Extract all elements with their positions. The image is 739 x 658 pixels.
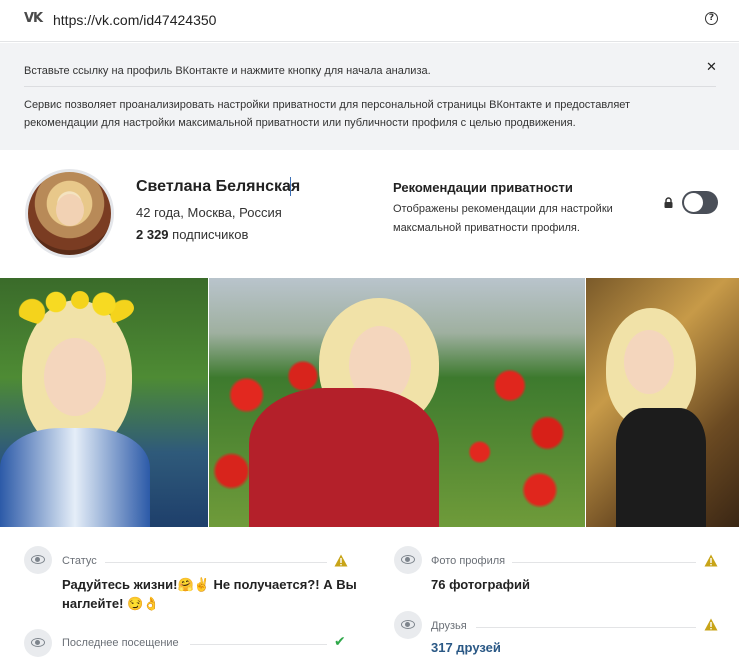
followers-label: подписчиков <box>172 227 249 242</box>
photos-label: Фото профиля <box>431 555 506 567</box>
photo-3-dress <box>616 408 706 527</box>
privacy-mode-toggle[interactable] <box>682 191 718 214</box>
friends-eye-icon <box>394 611 422 639</box>
friends-link[interactable]: 317 друзей <box>431 640 501 655</box>
photos-divider <box>512 562 696 563</box>
text-cursor <box>290 177 291 196</box>
friends-warning-icon <box>704 618 718 631</box>
last-seen-check-icon: ✔ <box>334 634 346 650</box>
photo-1-wreath <box>14 288 134 328</box>
followers-count: 2 329 <box>136 227 169 242</box>
recommendations-title: Рекомендации приватности <box>393 180 573 195</box>
photos-eye-icon <box>394 546 422 574</box>
photos-value: 76 фотографий <box>431 577 530 592</box>
friends-divider <box>476 627 696 628</box>
avatar-face <box>56 194 84 226</box>
info-panel: Вставьте ссылку на профиль ВКонтакте и н… <box>0 43 739 150</box>
avatar[interactable] <box>25 169 114 258</box>
vk-logo-icon: VK <box>24 11 43 26</box>
photo-2-jacket <box>249 388 439 527</box>
profile-name[interactable]: Светлана Белянская <box>136 178 300 196</box>
profile-photo-1[interactable] <box>0 278 208 527</box>
profile-photo-3[interactable] <box>586 278 739 527</box>
profile-followers: 2 329 подписчиков <box>136 227 248 242</box>
photo-1-blouse <box>0 428 150 527</box>
photo-3-face <box>624 330 674 394</box>
url-bar: VK ? <box>0 0 739 42</box>
help-icon[interactable]: ? <box>705 12 718 25</box>
status-value: Радуйтесь жизни!🤗✌ Не получается?! А Вы … <box>62 577 357 611</box>
photos-warning-icon <box>704 554 718 567</box>
friends-label: Друзья <box>431 620 467 632</box>
last-seen-eye-icon <box>24 629 52 657</box>
status-eye-icon <box>24 546 52 574</box>
profile-photo-2[interactable] <box>209 278 585 527</box>
status-divider <box>105 562 327 563</box>
info-instruction: Вставьте ссылку на профиль ВКонтакте и н… <box>24 65 431 77</box>
last-seen-divider <box>190 644 327 645</box>
photo-strip <box>0 278 739 527</box>
photo-1-face <box>44 338 106 416</box>
last-seen-label: Последнее посещение <box>62 637 179 649</box>
status-warning-icon <box>334 554 348 567</box>
lock-icon <box>664 197 673 208</box>
info-divider <box>24 86 716 87</box>
status-label: Статус <box>62 555 97 567</box>
recommendations-description: Отображены рекомендации для настройки ма… <box>393 203 613 234</box>
close-icon[interactable]: ✕ <box>706 60 717 75</box>
toggle-knob <box>684 193 703 212</box>
info-description: Сервис позволяет проанализировать настро… <box>24 99 631 129</box>
profile-meta: 42 года, Москва, Россия <box>136 205 282 220</box>
profile-url-input[interactable] <box>53 8 673 32</box>
